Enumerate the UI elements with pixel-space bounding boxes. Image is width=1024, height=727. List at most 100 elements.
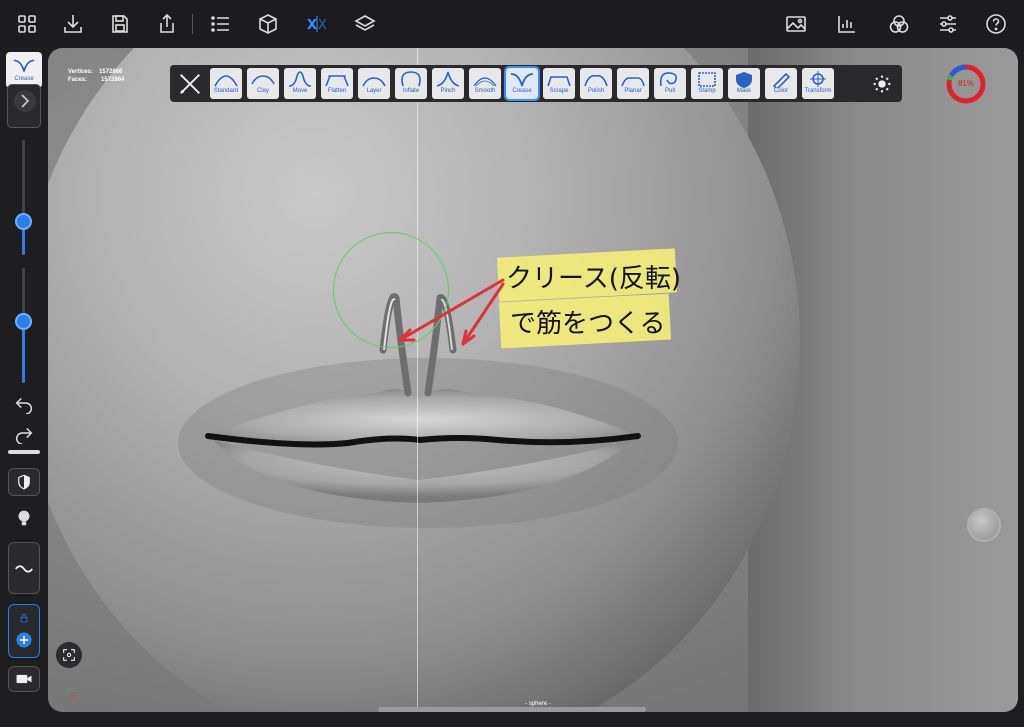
brush-mask[interactable]: Mask [728, 68, 760, 99]
topology-icon[interactable] [832, 9, 862, 39]
faces-label: Faces: [68, 77, 88, 83]
brush-label: Layer [366, 88, 382, 94]
orbit-control-button[interactable] [967, 508, 1001, 542]
brush-label: Clay [256, 88, 269, 94]
save-icon[interactable] [105, 9, 135, 39]
video-camera-icon [16, 674, 32, 684]
brush-label: Pull [664, 88, 675, 94]
wave-icon [15, 565, 33, 573]
polish-brush-icon [584, 74, 608, 87]
intensity-slider-thumb[interactable] [15, 313, 32, 330]
crease-brush-icon [510, 73, 534, 87]
settings-sliders-icon[interactable] [933, 9, 963, 39]
brush-polish[interactable]: Polish [580, 68, 612, 99]
tool-options-expander[interactable] [7, 84, 41, 128]
import-icon[interactable] [58, 9, 88, 39]
current-tool-crease[interactable]: Crease [6, 52, 42, 88]
standard-brush-icon [214, 75, 238, 87]
brush-inflate[interactable]: Inflate [395, 68, 427, 99]
brush-list: Standard Clay Move Flatten Layer Inflate Pinch… [210, 66, 839, 101]
brush-label: Smooth [474, 88, 496, 94]
brush-label: Standard [213, 88, 239, 94]
home-indicator[interactable] [378, 707, 646, 712]
smooth-brush-icon [473, 77, 497, 87]
focus-icon [63, 649, 75, 661]
color-brush-icon [772, 72, 791, 88]
stamp-brush-icon [698, 72, 716, 87]
pinch-brush-icon [436, 71, 460, 87]
brush-pull[interactable]: Pull [654, 68, 686, 99]
brush-move[interactable]: Move [284, 68, 316, 99]
brush-crease[interactable]: Crease [504, 66, 540, 101]
scene-list-icon[interactable] [206, 9, 236, 39]
brush-label: Color [773, 88, 789, 94]
brush-transform[interactable]: Transform [802, 68, 834, 99]
intensity-slider-fill [22, 322, 25, 383]
grid-menu-icon[interactable] [12, 9, 42, 39]
brush-label: Inflate [402, 88, 420, 94]
sidebar-divider [8, 450, 40, 454]
brush-label: Scrape [549, 88, 569, 94]
undo-icon[interactable] [10, 390, 38, 416]
svg-text:X: X [318, 18, 327, 33]
planar-brush-icon [621, 77, 645, 87]
material-icon[interactable] [884, 9, 914, 39]
radius-slider-thumb[interactable] [15, 213, 32, 230]
layers-icon[interactable] [350, 9, 380, 39]
brush-planar[interactable]: Planar [617, 68, 649, 99]
pull-brush-icon [659, 72, 677, 87]
frame-object-button[interactable] [56, 642, 82, 668]
memory-usage-label: 81% [957, 79, 974, 88]
brush-label: Polish [587, 88, 605, 94]
sculpt-viewport[interactable]: クリース(反転) で筋をつくる Vertices: 1572866 Faces: 1… [48, 48, 1018, 712]
share-icon[interactable] [152, 9, 182, 39]
brush-label: Mask [736, 88, 752, 94]
brush-clay[interactable]: Clay [247, 68, 279, 99]
brush-label: Pinch [440, 88, 456, 94]
brush-scrape[interactable]: Scrape [543, 68, 575, 99]
lightbulb-icon[interactable] [10, 505, 38, 531]
layer-brush-icon [362, 77, 386, 87]
brush-layer[interactable]: Layer [358, 68, 390, 99]
brush-label: Crease [512, 88, 532, 94]
current-tool-label: Crease [14, 76, 34, 82]
annotation-line-1: クリース(反転) [506, 264, 681, 294]
brush-label: Transform [804, 88, 832, 94]
faces-value: 1572864 [101, 77, 125, 83]
inflate-brush-icon [401, 71, 421, 87]
brush-smooth[interactable]: Smooth [469, 68, 501, 99]
brush-pinch[interactable]: Pinch [432, 68, 464, 99]
shield-icon [18, 474, 30, 490]
stroke-falloff-button[interactable] [8, 542, 40, 594]
brush-stamp[interactable]: Stamp [691, 68, 723, 99]
lock-icon [20, 613, 28, 623]
brush-toolbar: Standard Clay Move Flatten Layer Inflate Pinch… [170, 65, 902, 102]
primitive-cube-icon[interactable] [253, 9, 283, 39]
vertices-label: Vertices: [68, 69, 94, 75]
vertices-value: 1572866 [99, 69, 123, 75]
lips-sculpt [178, 293, 678, 528]
brush-standard[interactable]: Standard [210, 68, 242, 99]
mesh-stats: Vertices: 1572866 Faces: 1572864 [68, 68, 124, 84]
brush-cursor-circle [333, 232, 449, 348]
redo-icon[interactable] [10, 420, 38, 446]
brush-label: Planar [624, 88, 642, 94]
more-brushes-icon[interactable] [866, 68, 898, 99]
toolbar-divider [192, 14, 193, 34]
brush-color[interactable]: Color [765, 68, 797, 99]
top-toolbar: XX [0, 0, 1024, 48]
brush-flatten[interactable]: Flatten [321, 68, 353, 99]
svg-text:X: X [307, 18, 317, 33]
lock-add-button[interactable] [8, 604, 40, 658]
transform-brush-icon [810, 71, 826, 87]
symmetry-icon[interactable]: XX [302, 9, 332, 39]
brush-label: Stamp [698, 88, 716, 94]
flatten-brush-icon [325, 75, 349, 87]
brush-label: Flatten [327, 88, 347, 94]
camera-button[interactable] [8, 666, 40, 692]
help-icon[interactable] [981, 9, 1011, 39]
move-brush-icon [288, 71, 312, 87]
mask-toggle-button[interactable] [8, 468, 40, 496]
close-brushes-icon[interactable] [174, 68, 206, 99]
background-image-icon[interactable] [781, 9, 811, 39]
